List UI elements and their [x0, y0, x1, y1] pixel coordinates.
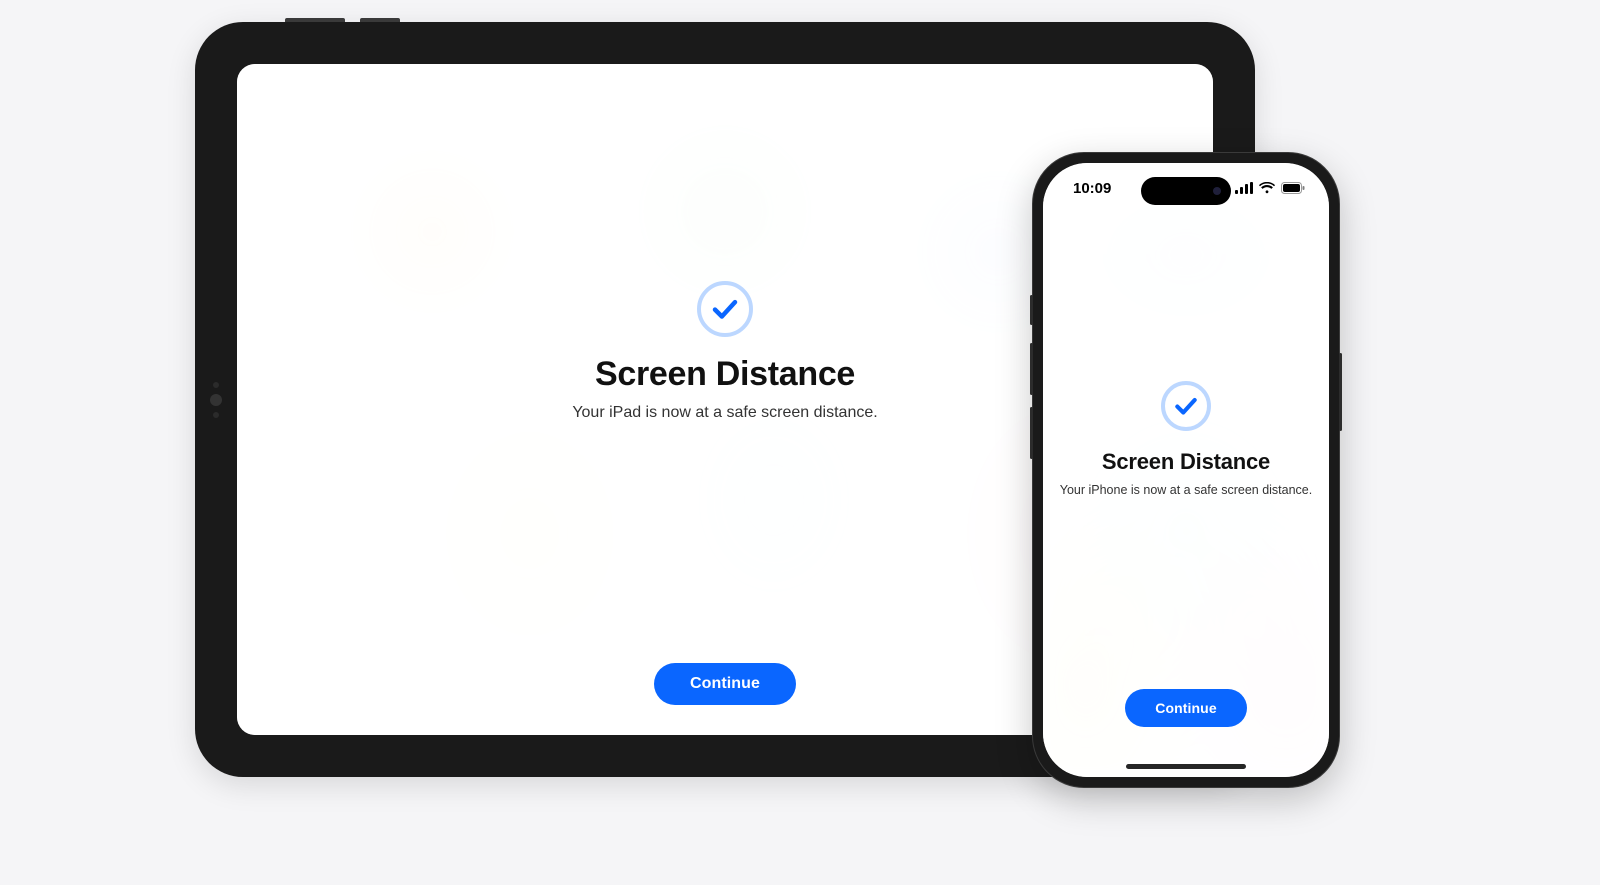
dialog-subtitle: Your iPhone is now at a safe screen dist… — [1044, 483, 1328, 497]
continue-button[interactable]: Continue — [1125, 689, 1246, 727]
checkmark-circle-icon — [697, 281, 753, 337]
dialog-subtitle: Your iPad is now at a safe screen distan… — [572, 404, 877, 422]
checkmark-icon — [710, 294, 740, 324]
battery-icon — [1281, 182, 1305, 194]
screen-distance-dialog: Screen Distance Your iPhone is now at a … — [1043, 163, 1329, 777]
dynamic-island — [1141, 177, 1231, 205]
dialog-title: Screen Distance — [1102, 449, 1270, 475]
checkmark-circle-icon — [1161, 381, 1211, 431]
checkmark-icon — [1173, 393, 1199, 419]
iphone-screen: 10:09 — [1043, 163, 1329, 777]
dialog-title: Screen Distance — [595, 355, 855, 394]
status-time: 10:09 — [1073, 180, 1111, 197]
wifi-icon — [1259, 182, 1275, 194]
iphone-device-frame: 10:09 — [1032, 152, 1340, 788]
ipad-camera-sensors — [210, 360, 222, 440]
continue-button[interactable]: Continue — [654, 663, 796, 705]
ipad-hardware-button — [360, 18, 400, 22]
ipad-hardware-button — [285, 18, 345, 22]
home-indicator[interactable] — [1126, 764, 1246, 769]
cellular-signal-icon — [1235, 182, 1253, 194]
iphone-hardware-button — [1339, 353, 1342, 431]
